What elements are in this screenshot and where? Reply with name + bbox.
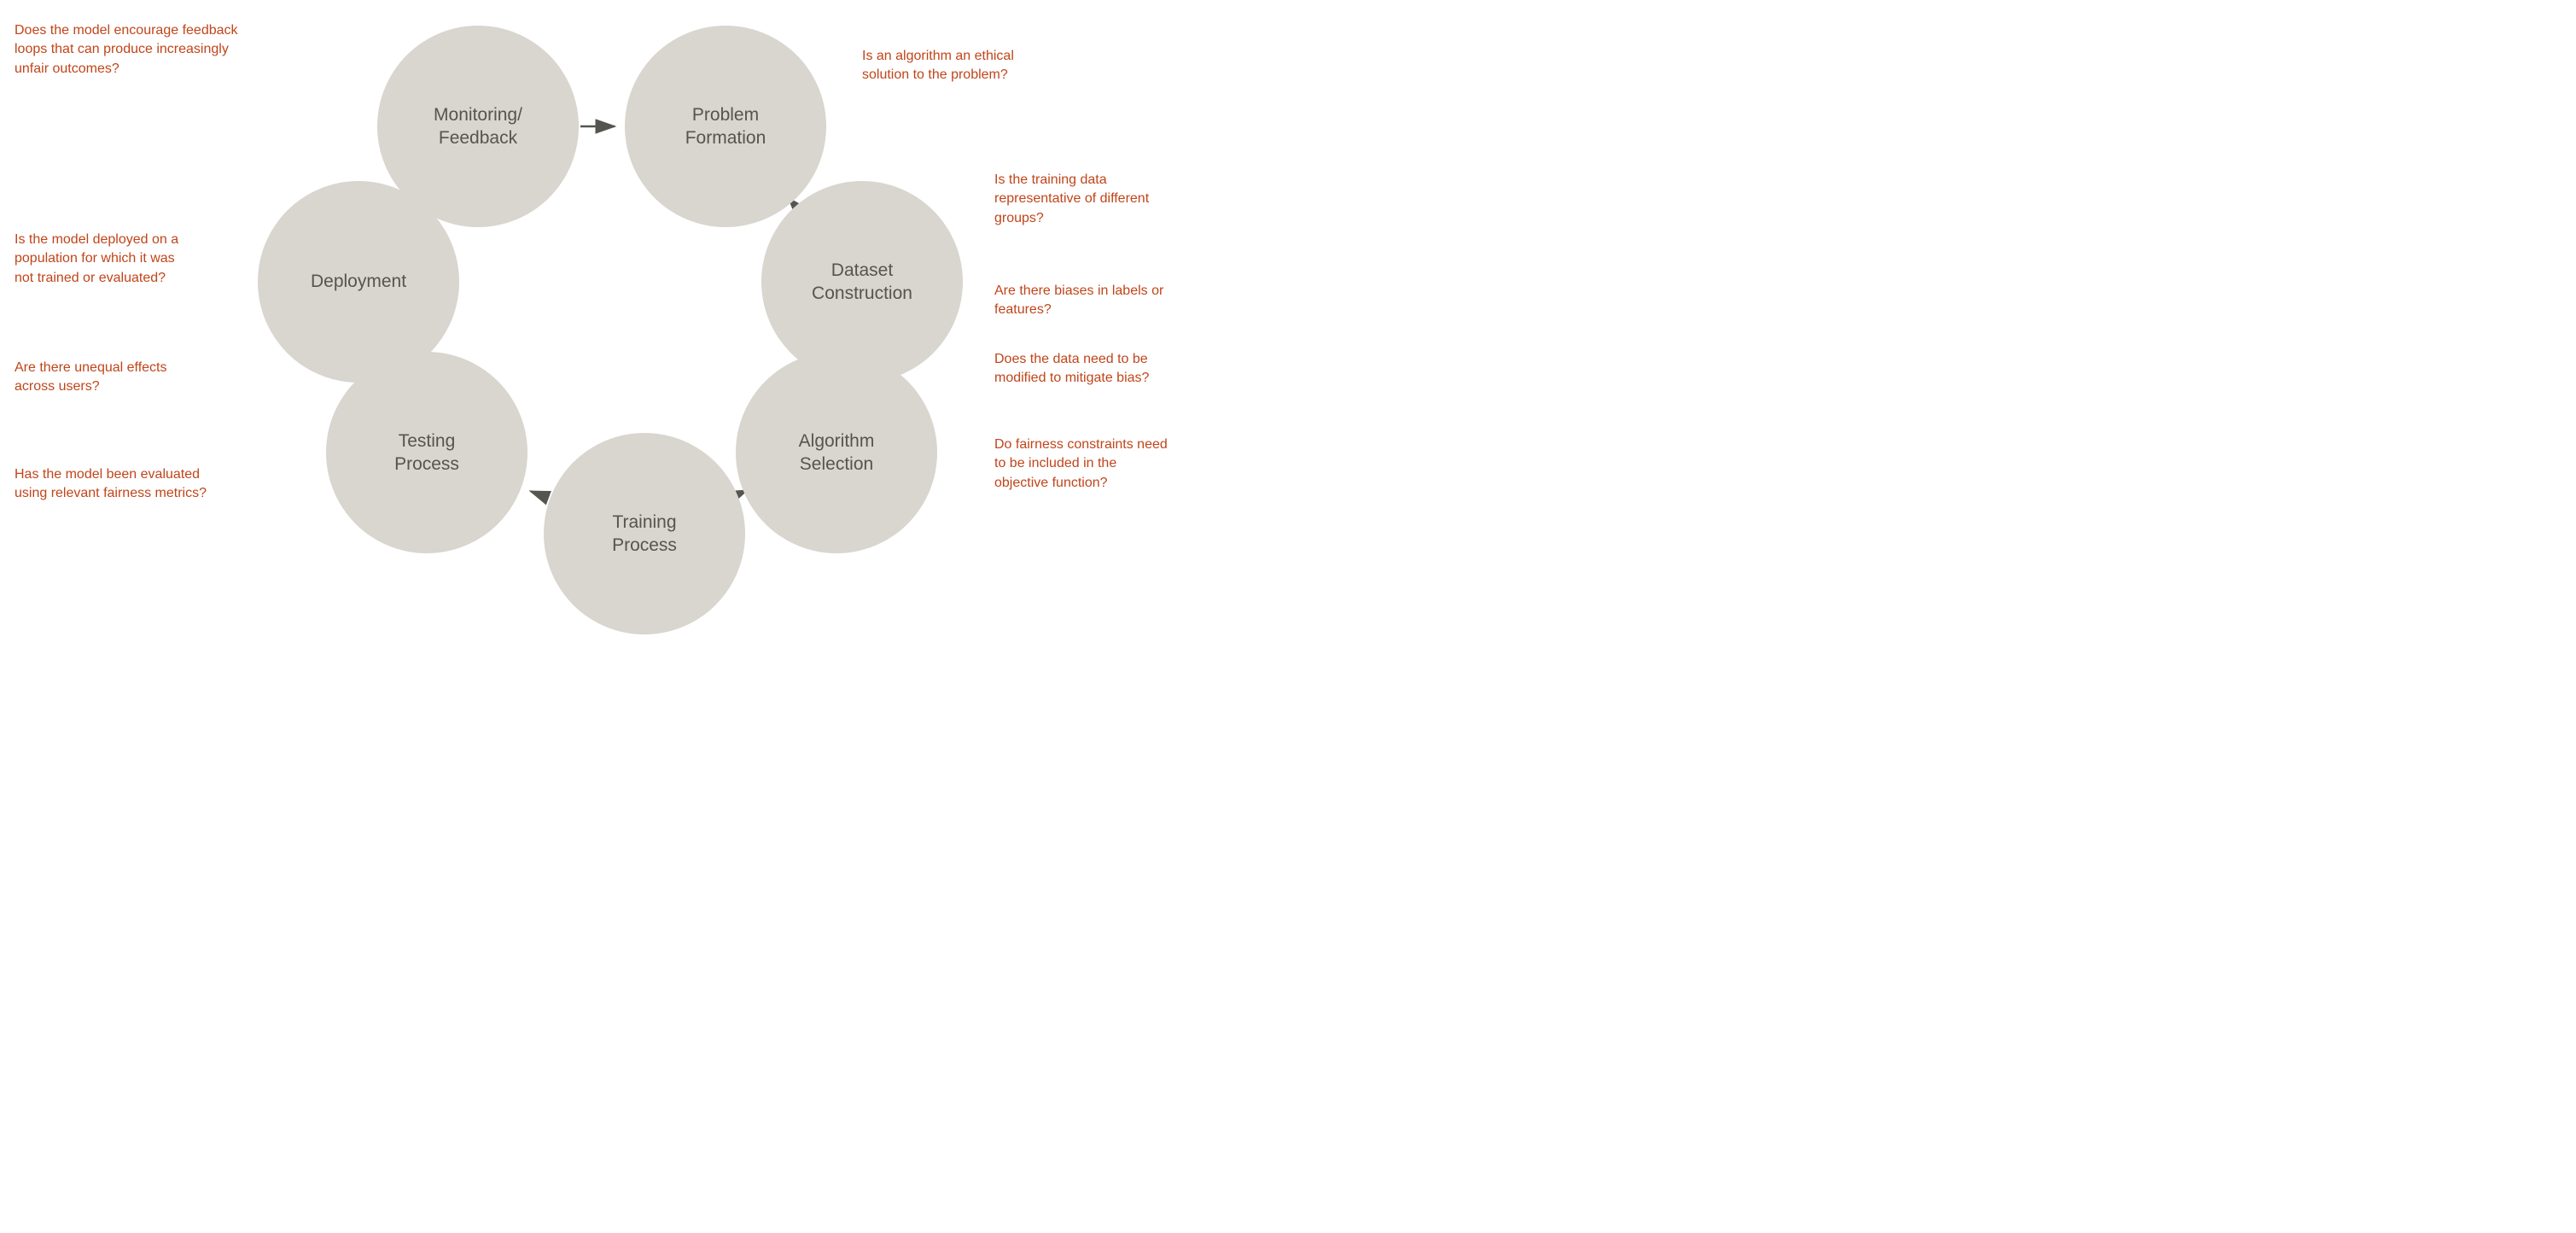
circle-deployment-label: Deployment xyxy=(311,270,406,293)
circle-algorithm-label: AlgorithmSelection xyxy=(799,430,875,476)
annotation-feedback-loops: Does the model encourage feedbackloops t… xyxy=(15,21,238,79)
annotation-training-data: Is the training datarepresentative of di… xyxy=(994,171,1149,228)
annotation-modify-data: Does the data need to bemodified to miti… xyxy=(994,350,1149,389)
circle-dataset: DatasetConstruction xyxy=(761,181,963,383)
annotation-biases: Are there biases in labels orfeatures? xyxy=(994,282,1163,320)
annotation-fairness-constraints: Do fairness constraints needto be includ… xyxy=(994,435,1168,493)
circle-testing-label: TestingProcess xyxy=(394,430,459,476)
annotation-ethical-solution: Is an algorithm an ethicalsolution to th… xyxy=(862,47,1014,85)
ml-fairness-diagram: Monitoring/Feedback ProblemFormation Dat… xyxy=(0,0,1288,616)
circle-training: TrainingProcess xyxy=(544,433,745,634)
circle-algorithm: AlgorithmSelection xyxy=(736,352,937,553)
circle-problem-label: ProblemFormation xyxy=(685,103,766,150)
annotation-fairness-metrics: Has the model been evaluatedusing releva… xyxy=(15,465,207,504)
circle-problem: ProblemFormation xyxy=(625,26,826,227)
annotation-unequal-effects: Are there unequal effectsacross users? xyxy=(15,359,167,397)
annotation-deployed-population: Is the model deployed on apopulation for… xyxy=(15,231,178,288)
circle-dataset-label: DatasetConstruction xyxy=(812,259,912,306)
circle-monitoring-label: Monitoring/Feedback xyxy=(434,103,522,150)
circle-deployment: Deployment xyxy=(258,181,459,383)
circle-training-label: TrainingProcess xyxy=(612,511,677,558)
